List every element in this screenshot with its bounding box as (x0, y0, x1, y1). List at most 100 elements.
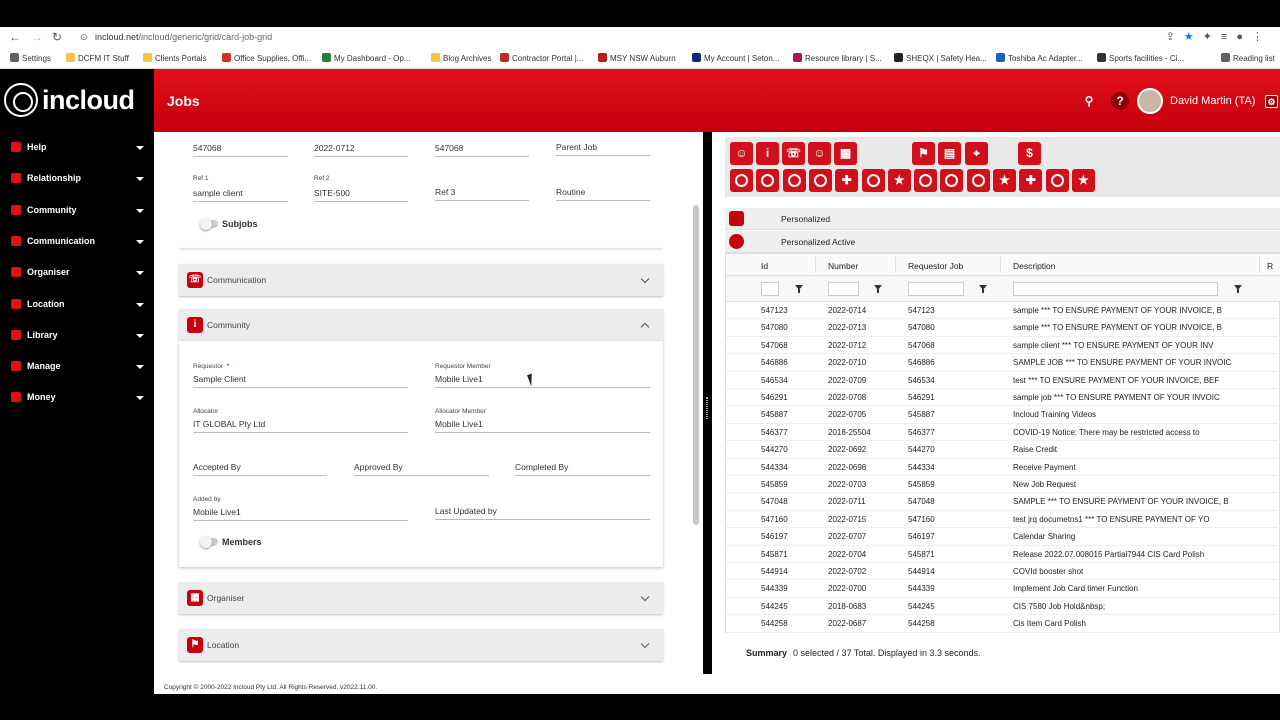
communication-icon[interactable]: ☏ (782, 142, 805, 165)
table-row[interactable]: 546377 2018-25504 546377 COVID-19 Notice: T… (726, 424, 1280, 442)
table-row[interactable]: 547080 2022-0713 547080 sample *** TO ENSUR… (726, 319, 1280, 337)
browser-actions[interactable]: ⇪★✦≡●⋮ (1166, 30, 1272, 43)
filter-icon[interactable] (795, 285, 803, 293)
table-row[interactable]: 545871 2022-0704 545871 Release 2022.07.008… (726, 546, 1280, 563)
sidebar-item-manage[interactable]: Manage (0, 351, 154, 382)
approved-by-field[interactable]: Approved By (354, 462, 489, 476)
bookmark-item[interactable]: Toshiba Ac Adapter... (996, 53, 1083, 63)
caret-down-icon[interactable] (136, 333, 144, 338)
form-scrollbar[interactable] (693, 205, 699, 525)
contacts-icon[interactable]: ☺ (730, 142, 753, 165)
panel-splitter[interactable] (703, 137, 712, 674)
chevron-down-icon[interactable] (640, 592, 650, 602)
target-icon[interactable] (756, 169, 780, 192)
bookmark-item[interactable]: My Dashboard - Op... (322, 53, 410, 63)
bookmark-item[interactable]: Resource library | S... (793, 53, 882, 63)
sidebar-item-community[interactable]: Community (0, 195, 154, 226)
calendar-icon[interactable]: ▦ (834, 142, 857, 165)
personalized-active-row[interactable]: Personalized Active (725, 231, 1280, 253)
share-icon[interactable]: ⇪ (1166, 31, 1184, 43)
address-bar[interactable]: ← → ↻ ⊙ incloud.net/incloud/generic/grid… (0, 27, 1280, 48)
ref2-field[interactable]: SITE-500 (314, 188, 408, 202)
target-icon[interactable] (914, 169, 938, 192)
reading-list-icon[interactable]: ≡ (1221, 31, 1236, 43)
star-icon[interactable]: ★ (993, 169, 1016, 192)
reload-icon[interactable]: ↻ (52, 30, 62, 44)
organiser-section-header[interactable]: ▦ Organiser (179, 582, 663, 614)
bookmark-item[interactable]: Sports facilities - Ci... (1097, 53, 1184, 63)
caret-down-icon[interactable] (136, 271, 144, 276)
star-icon[interactable]: ★ (1071, 169, 1095, 192)
table-row[interactable]: 544270 2022-0692 544270 Raise Credit (726, 441, 1280, 459)
location-section-header[interactable]: ⚑ Location (179, 629, 663, 661)
column-header-number[interactable]: Number (828, 261, 858, 271)
table-row[interactable]: 545859 2022-0703 545859 New Job Request (726, 476, 1280, 494)
target-icon[interactable] (1045, 169, 1069, 192)
table-row[interactable]: 547068 2022-0712 547068 sample client *** T… (726, 337, 1280, 355)
personalized-row[interactable]: Personalized (725, 208, 1280, 230)
caret-down-icon[interactable] (136, 302, 144, 307)
column-header-id[interactable]: Id (761, 261, 768, 271)
sidebar-item-money[interactable]: Money (0, 382, 154, 413)
table-row[interactable]: 547048 2022-0711 547048 SAMPLE *** TO ENSUR… (726, 493, 1280, 511)
sidebar-item-communication[interactable]: Communication (0, 226, 154, 257)
url-text[interactable]: incloud.net/incloud/generic/grid/card-jo… (95, 32, 272, 42)
target-icon[interactable] (782, 169, 806, 192)
bookmark-star-icon[interactable]: ★ (1184, 31, 1203, 43)
sidebar-item-location[interactable]: Location (0, 289, 154, 320)
personalized-icon[interactable] (729, 211, 744, 226)
bookmark-item[interactable]: Clients Portals (143, 53, 207, 63)
star-icon[interactable]: ★ (887, 169, 911, 192)
settings-icon[interactable]: ⚙ (1265, 95, 1278, 108)
personalized-active-icon[interactable] (729, 234, 744, 249)
ref3-field[interactable]: Ref 3 (435, 187, 529, 201)
job-date-field[interactable]: 2022-0712 (314, 143, 408, 157)
bookmark-item[interactable]: My Account | Seton... (692, 53, 779, 63)
column-header-description[interactable]: Description (1013, 261, 1056, 271)
table-row[interactable]: 546534 2022-0709 546534 test *** TO ENSURE … (726, 372, 1280, 389)
table-row[interactable]: 546197 2022-0707 546197 Calendar Sharing (726, 528, 1280, 546)
table-row[interactable]: 544914 2022-0702 544914 COVId booster shot (726, 563, 1280, 581)
subjobs-toggle[interactable] (200, 218, 218, 230)
job-id-field[interactable]: 547068 (193, 143, 288, 157)
table-row[interactable]: 546886 2022-0710 546886 SAMPLE JOB *** TO E… (726, 354, 1280, 372)
profile-icon[interactable]: ● (1236, 31, 1252, 43)
bookmark-item[interactable]: SHEQX | Safety Hea... (894, 53, 987, 63)
forward-icon[interactable]: → (31, 30, 43, 44)
sidebar-item-relationship[interactable]: Relationship (0, 163, 154, 194)
community-section-header[interactable]: i Community (179, 309, 663, 341)
table-row[interactable]: 544334 2022-0698 544334 Receive Payment (726, 459, 1280, 476)
chevron-up-icon[interactable] (640, 322, 650, 332)
members-toggle[interactable] (200, 536, 218, 548)
sidebar-item-organiser[interactable]: Organiser (0, 257, 154, 288)
avatar[interactable] (1137, 88, 1163, 114)
bookmark-item[interactable]: DCFM IT Stuff (66, 53, 129, 63)
target-icon[interactable] (940, 169, 964, 192)
job-number-field[interactable]: 547068 (435, 143, 529, 157)
bookmark-item[interactable]: MSY NSW Auburn (598, 53, 676, 63)
extensions-icon[interactable]: ✦ (1203, 31, 1221, 43)
info-icon[interactable]: i (756, 142, 779, 165)
target-icon[interactable] (808, 169, 832, 192)
focus-icon[interactable]: ⌖ (965, 142, 988, 165)
user-name[interactable]: David Martin (TA) (1170, 95, 1255, 107)
plus-icon[interactable]: ✚ (835, 169, 859, 192)
added-by-field[interactable]: Mobile Live1 (193, 507, 408, 521)
table-row[interactable]: 547160 2022-0715 547160 test jrq documetns1… (726, 511, 1280, 529)
filter-icon[interactable] (874, 285, 882, 293)
allocator-member-field[interactable]: Mobile Live1 (435, 419, 650, 433)
table-row[interactable]: 544258 2022-0687 544258 Cis Item Card Polis… (726, 615, 1280, 633)
caret-down-icon[interactable] (136, 208, 144, 213)
requestor-member-field[interactable]: Mobile Live1 (435, 374, 650, 388)
table-row[interactable]: 547123 2022-0714 547123 sample *** TO ENSUR… (726, 302, 1280, 320)
plus-icon[interactable]: ✚ (1019, 169, 1043, 192)
caret-down-icon[interactable] (136, 146, 144, 150)
caret-down-icon[interactable] (136, 365, 144, 370)
column-header-requestor-job[interactable]: Requestor Job (908, 261, 963, 271)
menu-icon[interactable]: ⋮ (1252, 31, 1272, 43)
sidebar-item-library[interactable]: Library (0, 320, 154, 351)
bookmark-item[interactable]: Settings (10, 53, 51, 63)
help-icon[interactable]: ? (1111, 92, 1129, 110)
description-filter-input[interactable] (1013, 282, 1218, 296)
filter-icon[interactable] (979, 285, 987, 293)
